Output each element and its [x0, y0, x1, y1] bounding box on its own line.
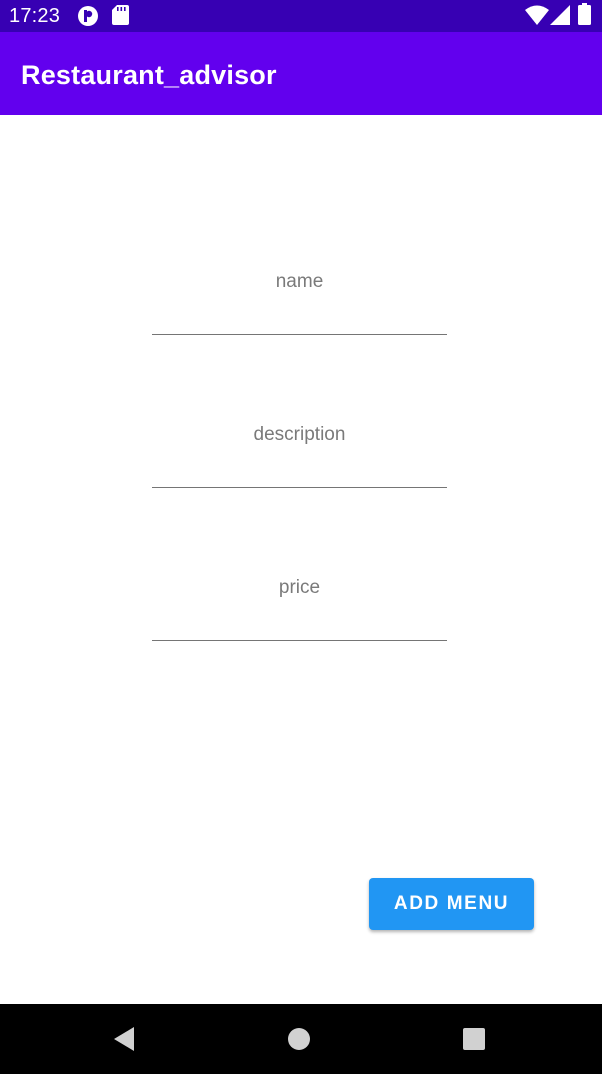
home-icon [288, 1028, 310, 1050]
description-input[interactable] [152, 405, 447, 488]
name-field[interactable] [152, 252, 447, 336]
status-time: 17:23 [9, 5, 61, 27]
cell-signal-icon [550, 5, 570, 30]
notification-app-icon [77, 5, 99, 32]
status-bar: 17:23 [0, 0, 602, 32]
recents-button[interactable] [434, 1004, 514, 1074]
add-menu-button[interactable]: ADD MENU [369, 878, 534, 930]
back-button[interactable] [84, 1004, 164, 1074]
name-input[interactable] [152, 252, 447, 335]
recents-icon [463, 1028, 485, 1050]
description-field[interactable] [152, 405, 447, 489]
back-icon [114, 1027, 134, 1051]
price-field[interactable] [152, 558, 447, 642]
home-button[interactable] [259, 1004, 339, 1074]
price-input[interactable] [152, 558, 447, 641]
app-title: Restaurant_advisor [21, 60, 277, 90]
battery-icon [578, 3, 591, 30]
wifi-icon [525, 5, 549, 30]
navigation-bar [0, 1004, 602, 1074]
sd-card-icon [112, 5, 129, 30]
app-bar: Restaurant_advisor [0, 32, 602, 115]
